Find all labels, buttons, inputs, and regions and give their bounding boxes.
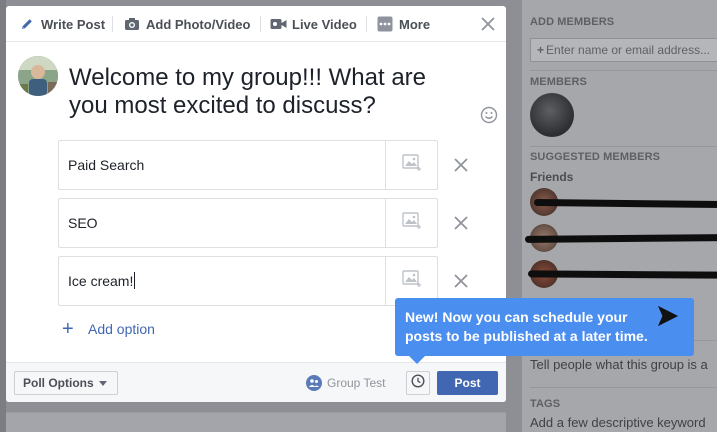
- redaction-scribble: [524, 234, 717, 243]
- post-button[interactable]: Post: [437, 371, 498, 395]
- add-members-placeholder: Enter name or email address...: [546, 43, 711, 57]
- suggested-members-heading: SUGGESTED MEMBERS: [530, 151, 661, 163]
- mouse-pointer-icon: [657, 305, 679, 327]
- friends-label: Friends: [530, 170, 574, 184]
- composer-tabs: Write Post Add Photo/Video Live Video Mo…: [6, 6, 506, 42]
- poll-option-3: Ice cream!: [58, 256, 438, 306]
- author-avatar: [18, 56, 58, 96]
- tab-label: Write Post: [41, 16, 106, 32]
- tab-add-photo-video[interactable]: Add Photo/Video: [123, 6, 250, 42]
- divider: [530, 387, 717, 388]
- add-option-label: Add option: [88, 321, 155, 337]
- remove-option-icon[interactable]: [452, 156, 470, 174]
- text-cursor: [134, 272, 136, 289]
- image-icon: [401, 211, 422, 235]
- add-members-heading: ADD MEMBERS: [530, 16, 615, 28]
- schedule-tooltip: New! Now you can schedule your posts to …: [395, 298, 694, 364]
- plus-icon: +: [62, 318, 74, 340]
- tab-label: Add Photo/Video: [146, 16, 251, 32]
- poll-option-input[interactable]: Ice cream!: [68, 257, 136, 305]
- audience-label: Group Test: [327, 376, 386, 390]
- video-camera-icon: [269, 15, 287, 33]
- image-icon: [401, 153, 422, 177]
- camera-icon: [123, 15, 141, 33]
- add-members-input[interactable]: + Enter name or email address...: [530, 38, 717, 62]
- poll-question[interactable]: Welcome to my group!!! What are you most…: [69, 64, 469, 120]
- group-sidebar: ADD MEMBERS + Enter name or email address…: [522, 0, 717, 432]
- divider: [530, 70, 717, 71]
- members-heading: MEMBERS: [530, 76, 587, 88]
- remove-option-icon[interactable]: [452, 214, 470, 232]
- tab-separator: [366, 16, 367, 32]
- tab-separator: [260, 16, 261, 32]
- tab-label: Live Video: [292, 16, 357, 32]
- emoji-icon[interactable]: [480, 106, 498, 124]
- group-icon: [306, 375, 322, 391]
- redaction-scribble: [527, 270, 717, 279]
- tags-heading: TAGS: [530, 398, 561, 410]
- more-dots-icon: [376, 15, 394, 33]
- poll-options-button[interactable]: Poll Options: [14, 371, 118, 395]
- tab-write-post[interactable]: Write Post: [18, 6, 105, 42]
- background-card: [6, 412, 506, 432]
- member-avatar[interactable]: [530, 93, 574, 137]
- poll-option-1: Paid Search: [58, 140, 438, 190]
- tab-label: More: [399, 16, 431, 32]
- schedule-button[interactable]: [406, 371, 430, 395]
- image-icon: [401, 269, 422, 293]
- tab-live-video[interactable]: Live Video: [269, 6, 357, 42]
- poll-option-input[interactable]: Paid Search: [68, 141, 144, 189]
- clock-icon: [411, 373, 425, 393]
- poll-option-2: SEO: [58, 198, 438, 248]
- close-icon[interactable]: [478, 14, 498, 34]
- redaction-scribble: [533, 199, 717, 208]
- tags-prompt[interactable]: Add a few descriptive keyword: [530, 415, 706, 430]
- poll-options-label: Poll Options: [23, 376, 94, 390]
- poll-option-input[interactable]: SEO: [68, 199, 98, 247]
- plus-icon: +: [537, 43, 545, 57]
- add-image-button[interactable]: [385, 141, 437, 189]
- chevron-down-icon: [98, 380, 107, 386]
- composer-footer: Poll Options Group Test Post: [6, 362, 506, 402]
- add-option-button[interactable]: + Add option: [62, 319, 155, 339]
- group-description-prompt[interactable]: Tell people what this group is a: [530, 357, 708, 372]
- tab-more[interactable]: More: [376, 6, 430, 42]
- pencil-icon: [18, 15, 36, 33]
- poll-option-value: Ice cream!: [68, 273, 134, 289]
- add-image-button[interactable]: [385, 199, 437, 247]
- tab-separator: [112, 16, 113, 32]
- divider: [530, 146, 717, 147]
- tooltip-text: New! Now you can schedule your posts to …: [405, 309, 648, 344]
- remove-option-icon[interactable]: [452, 272, 470, 290]
- audience-selector[interactable]: Group Test: [306, 371, 385, 395]
